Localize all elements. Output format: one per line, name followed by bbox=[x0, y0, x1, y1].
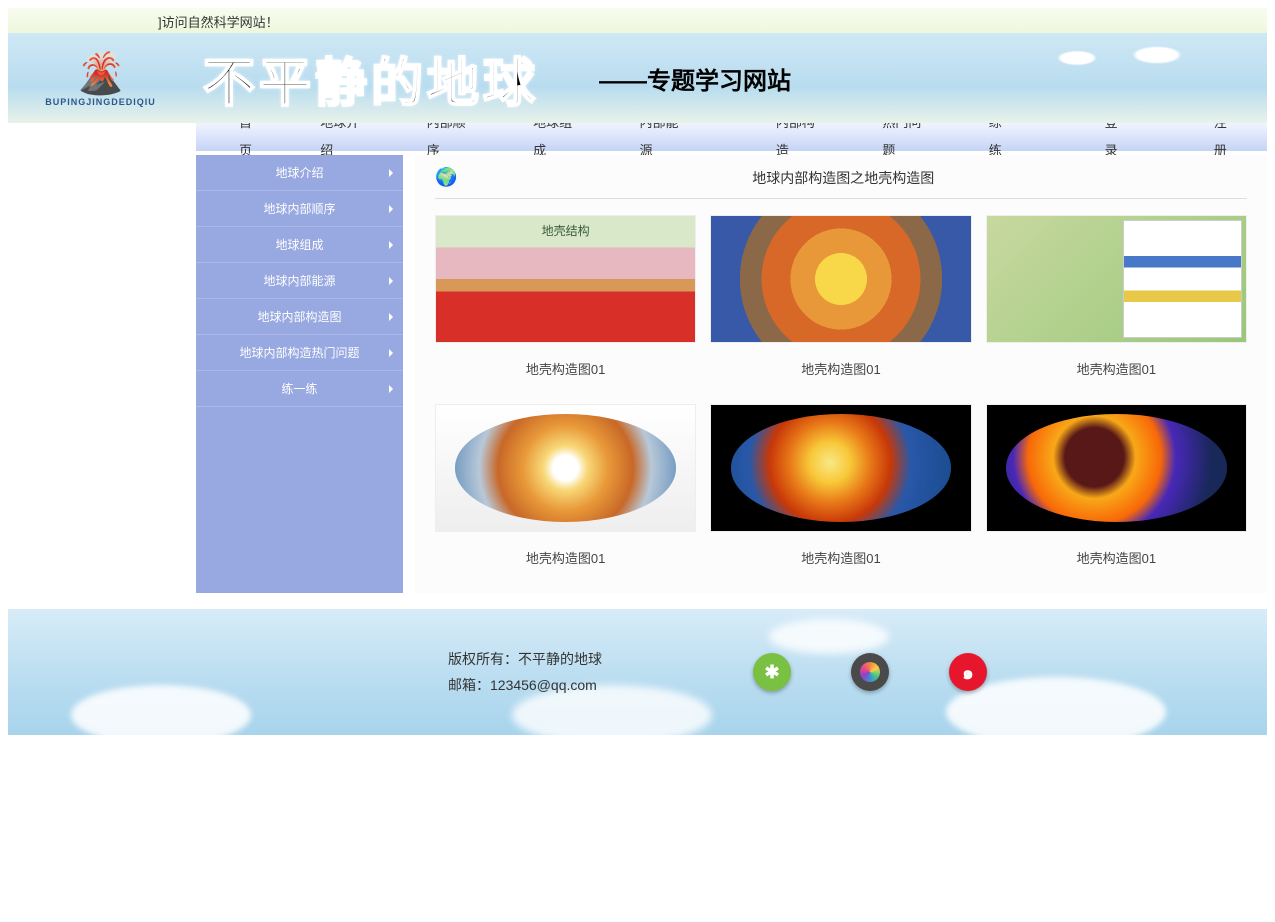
gallery-caption: 地壳构造图01 bbox=[435, 548, 696, 567]
sidebar-item-structure[interactable]: 地球内部构造图 bbox=[196, 299, 403, 335]
chevron-right-icon bbox=[389, 169, 393, 177]
gallery-caption: 地壳构造图01 bbox=[435, 359, 696, 378]
gallery-item: 地壳构造图01 bbox=[710, 215, 971, 392]
email-text: 邮箱：123456@qq.com bbox=[448, 675, 602, 695]
footer: 版权所有：不平静的地球 邮箱：123456@qq.com ✱ ๑ bbox=[8, 609, 1267, 735]
copyright-text: 版权所有：不平静的地球 bbox=[448, 649, 602, 669]
gallery-image[interactable] bbox=[710, 404, 971, 532]
gallery-image[interactable] bbox=[435, 215, 696, 343]
logo[interactable]: 🌋 BUPINGJINGDEDIQIU bbox=[8, 33, 193, 123]
social-icons: ✱ ๑ bbox=[753, 653, 987, 691]
chevron-right-icon bbox=[389, 349, 393, 357]
sidebar-item-faq[interactable]: 地球内部构造热门问题 bbox=[196, 335, 403, 371]
content-header: 🌍 地球内部构造图之地壳构造图 bbox=[435, 167, 1247, 199]
image-gallery: 地壳构造图01 地壳构造图01 地壳构造图01 地壳构造图01 地壳构造图01 … bbox=[435, 215, 1247, 581]
sidebar-item-energy[interactable]: 地球内部能源 bbox=[196, 263, 403, 299]
gallery-item: 地壳构造图01 bbox=[435, 404, 696, 581]
gallery-item: 地壳构造图01 bbox=[710, 404, 971, 581]
sidebar-item-composition[interactable]: 地球组成 bbox=[196, 227, 403, 263]
cloud-decoration bbox=[769, 619, 889, 654]
logo-text: BUPINGJINGDEDIQIU bbox=[45, 97, 156, 107]
globe-volcano-icon: 🌋 bbox=[76, 50, 126, 97]
footer-text: 版权所有：不平静的地球 邮箱：123456@qq.com bbox=[448, 643, 602, 701]
gallery-caption: 地壳构造图01 bbox=[986, 548, 1247, 567]
site-subtitle: ——专题学习网站 bbox=[599, 61, 791, 96]
sidebar-item-label: 练一练 bbox=[281, 380, 317, 397]
sidebar: 地球介绍 地球内部顺序 地球组成 地球内部能源 地球内部构造图 地球内部构造热门… bbox=[196, 155, 403, 593]
sidebar-item-label: 地球内部能源 bbox=[263, 272, 335, 289]
gallery-image[interactable] bbox=[710, 215, 971, 343]
chevron-right-icon bbox=[389, 205, 393, 213]
top-announcement-bar: ]访问自然科学网站！ bbox=[8, 8, 1267, 33]
sidebar-item-intro[interactable]: 地球介绍 bbox=[196, 155, 403, 191]
earth-icon: 🌍 bbox=[435, 167, 457, 188]
chevron-right-icon bbox=[389, 385, 393, 393]
gallery-image[interactable] bbox=[986, 215, 1247, 343]
main-nav: 首页 地球介绍 内部顺序 地球组成 内部能源 内部构造 热门问题 练一练 登录 … bbox=[196, 123, 1267, 151]
content-title: 地球内部构造图之地壳构造图 bbox=[465, 168, 1221, 188]
weibo-icon[interactable]: ๑ bbox=[949, 653, 987, 691]
gallery-caption: 地壳构造图01 bbox=[986, 359, 1247, 378]
sidebar-item-label: 地球内部顺序 bbox=[263, 200, 335, 217]
gallery-caption: 地壳构造图01 bbox=[710, 359, 971, 378]
wechat-icon[interactable]: ✱ bbox=[753, 653, 791, 691]
gallery-item: 地壳构造图01 bbox=[986, 215, 1247, 392]
header-banner: 🌋 BUPINGJINGDEDIQIU 不平静的地球 ——专题学习网站 bbox=[8, 33, 1267, 123]
camera-icon[interactable] bbox=[851, 653, 889, 691]
chevron-right-icon bbox=[389, 277, 393, 285]
sidebar-item-order[interactable]: 地球内部顺序 bbox=[196, 191, 403, 227]
cloud-decoration bbox=[1017, 43, 1217, 73]
gallery-item: 地壳构造图01 bbox=[986, 404, 1247, 581]
chevron-right-icon bbox=[389, 313, 393, 321]
site-title: 不平静的地球 bbox=[203, 41, 539, 116]
chevron-right-icon bbox=[389, 241, 393, 249]
content-area: 🌍 地球内部构造图之地壳构造图 地壳构造图01 地壳构造图01 地壳构造图01 … bbox=[415, 155, 1267, 593]
marquee-text: ]访问自然科学网站！ bbox=[158, 12, 279, 31]
gallery-caption: 地壳构造图01 bbox=[710, 548, 971, 567]
gallery-item: 地壳构造图01 bbox=[435, 215, 696, 392]
gallery-image[interactable] bbox=[435, 404, 696, 532]
sidebar-item-label: 地球内部构造热门问题 bbox=[239, 344, 359, 361]
gallery-image[interactable] bbox=[986, 404, 1247, 532]
sidebar-item-label: 地球介绍 bbox=[275, 164, 323, 181]
sidebar-item-practice[interactable]: 练一练 bbox=[196, 371, 403, 407]
sidebar-item-label: 地球内部构造图 bbox=[257, 308, 341, 325]
sidebar-item-label: 地球组成 bbox=[275, 236, 323, 253]
